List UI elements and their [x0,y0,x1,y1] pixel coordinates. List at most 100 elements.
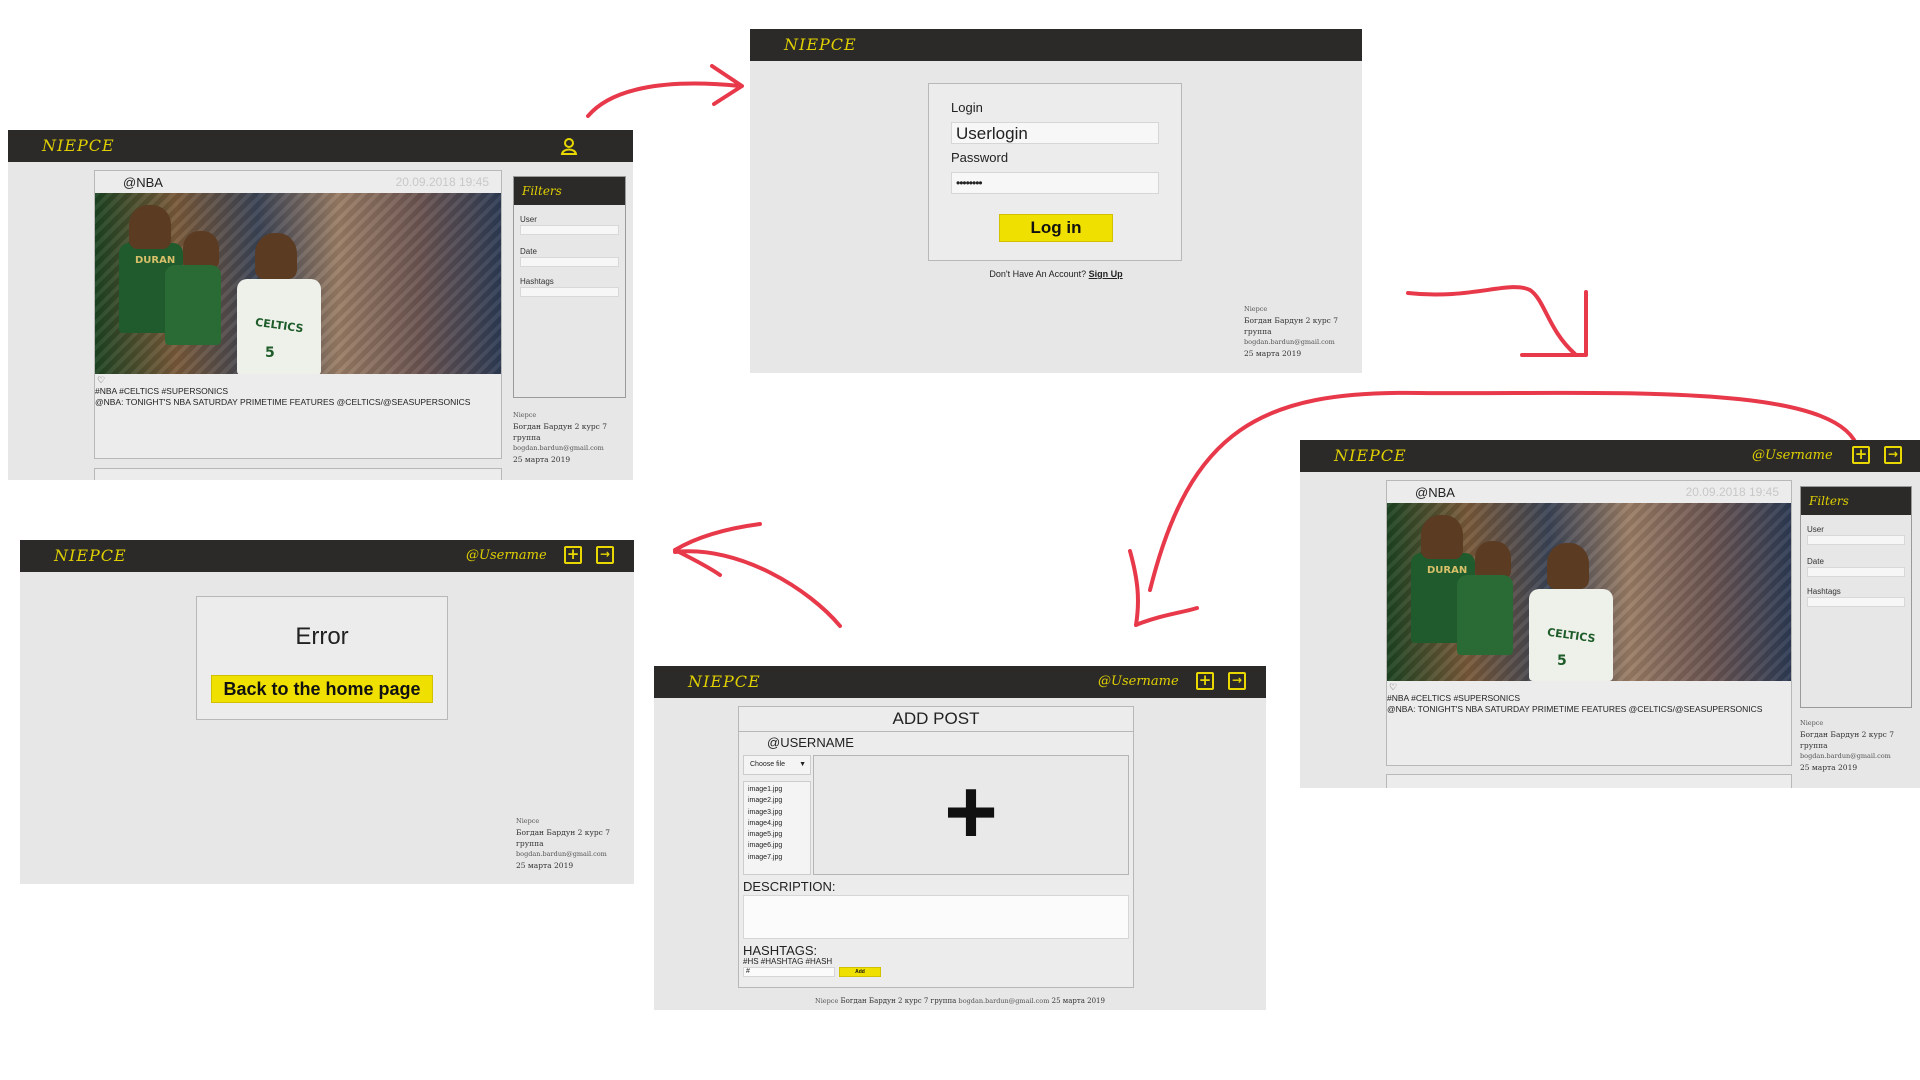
username-link[interactable]: @Username [466,548,547,563]
arrow-home-to-login [586,81,742,118]
footer: Niepce Богдан Бардун 2 курс 7 группа bog… [1244,304,1338,359]
signup-link[interactable]: Sign Up [1089,269,1123,279]
footer-name: Niepce [1244,305,1268,313]
chevron-down-icon: ▼ [799,761,806,768]
post-username[interactable]: @NBA [1415,485,1455,500]
login-label: Login [951,100,983,115]
footer-author: Богдан Бардун 2 курс 7 группа [840,997,957,1005]
username-link[interactable]: @Username [1098,674,1179,689]
username-link[interactable]: @Username [1752,448,1833,463]
image-drop-area[interactable]: + [813,755,1129,875]
file-select[interactable]: Choose file ▼ [743,755,811,775]
logo[interactable]: NIEPCE [54,546,127,565]
feed-screen: NIEPCE @Username + → @NBA 20.09.2018 19:… [1300,440,1920,788]
jersey-number: 5 [265,345,275,361]
user-icon[interactable] [560,137,578,155]
file-item[interactable]: image7.jpg [748,852,810,863]
arrow-addpost-to-error [673,549,842,628]
add-post-icon[interactable]: + [564,546,582,564]
add-post-screen: NIEPCE @Username + → ADD POST @USERNAME … [654,666,1266,1010]
file-list: image1.jpg image2.jpg image3.jpg image4.… [743,781,811,875]
add-post-card: ADD POST @USERNAME Choose file ▼ image1.… [738,706,1134,988]
footer-date: 25 марта 2019 [513,455,571,464]
filters-panel: Filters User Date Hashtags [513,176,626,398]
login-button[interactable]: Log in [999,214,1113,242]
post-card: @NBA 20.09.2018 19:45 DURAN CELTICS 5 ♡ … [94,170,502,459]
hashtags-value: #HS #HASHTAG #HASH [743,957,833,966]
hashtag-input[interactable]: # [743,967,835,977]
jersey-number: 5 [1557,653,1567,669]
add-post-icon[interactable]: + [1196,672,1214,690]
heart-icon[interactable]: ♡ [97,375,105,386]
heart-icon[interactable]: ♡ [1389,682,1397,693]
footer-group: группа [513,433,541,442]
logo[interactable]: NIEPCE [1334,446,1407,465]
error-card: Error Back to the home page [196,596,448,720]
logo[interactable]: NIEPCE [688,672,761,691]
logout-icon[interactable]: → [1228,672,1246,690]
footer-author: Богдан Бардун 2 курс 7 [1800,730,1895,739]
footer-name: Niepce [815,997,839,1005]
plus-icon: + [944,761,998,863]
filters-title: Filters [1809,494,1849,508]
logo[interactable]: NIEPCE [42,136,115,155]
post-date: 20.09.2018 19:45 [395,175,489,189]
add-post-icon[interactable]: + [1852,446,1870,464]
footer-email: bogdan.bardun@gmail.com [516,850,607,858]
filter-hashtags-input[interactable] [520,287,619,297]
password-label: Password [951,150,1009,165]
file-item[interactable]: image3.jpg [748,807,810,818]
back-home-button[interactable]: Back to the home page [211,675,433,703]
footer-email: bogdan.bardun@gmail.com [958,997,1050,1005]
footer-name: Niepce [1800,719,1824,727]
filter-date-label: Date [1807,557,1824,566]
post-card: @NBA 20.09.2018 19:45 DURAN CELTICS 5 ♡ … [1386,480,1792,766]
file-select-label: Choose file [750,761,786,768]
filter-date-input[interactable] [520,257,619,267]
post-caption: @NBA: TONIGHT'S NBA SATURDAY PRIMETIME F… [95,397,471,407]
password-input[interactable]: •••••••• [951,172,1159,194]
description-input[interactable] [743,895,1129,939]
jersey-left-text: DURAN [135,255,176,266]
filter-user-label: User [520,215,537,224]
filter-date-input[interactable] [1807,567,1905,577]
footer-email: bogdan.bardun@gmail.com [1800,752,1891,760]
add-hashtag-button[interactable]: Add [839,967,881,977]
filter-user-input[interactable] [1807,535,1905,545]
logout-icon[interactable]: → [1884,446,1902,464]
file-item[interactable]: image4.jpg [748,818,810,829]
add-post-username: @USERNAME [767,735,854,750]
error-title: Error [295,623,349,650]
file-item[interactable]: image6.jpg [748,840,810,851]
arrow-addpost-to-error-head [673,522,762,577]
login-topbar: NIEPCE [750,29,1362,61]
no-account-text: Don't Have An Account? [989,269,1087,279]
logout-icon[interactable]: → [596,546,614,564]
file-item[interactable]: image2.jpg [748,795,810,806]
description-label: DESCRIPTION: [743,879,836,894]
arrow-login-to-feed-head [1520,290,1588,357]
logo[interactable]: NIEPCE [784,35,857,54]
add-post-topbar: NIEPCE @Username + → [654,666,1266,698]
arrow-login-to-feed [1406,285,1577,356]
filters-panel: Filters User Date Hashtags [1800,486,1912,708]
filter-hashtags-input[interactable] [1807,597,1905,607]
footer-author: Богдан Бардун 2 курс 7 [1244,316,1339,325]
file-item[interactable]: image1.jpg [748,784,810,795]
login-input[interactable]: Userlogin [951,122,1159,144]
file-item[interactable]: image5.jpg [748,829,810,840]
footer-date: 25 марта 2019 [1800,763,1858,772]
add-post-title: ADD POST [739,709,1133,732]
login-screen: NIEPCE Login Userlogin Password ••••••••… [750,29,1362,373]
hashtags-label: HASHTAGS: [743,943,818,958]
filter-user-label: User [1807,525,1824,534]
post-username[interactable]: @NBA [123,175,163,190]
jersey-left-text: DURAN [1427,565,1468,576]
login-card: Login Userlogin Password •••••••• Log in [928,83,1182,261]
filter-hashtags-label: Hashtags [1807,587,1841,596]
home-topbar: NIEPCE [8,130,633,162]
footer-author: Богдан Бардун 2 курс 7 [513,422,608,431]
filter-user-input[interactable] [520,225,619,235]
arrow-feed-to-addpost-head [1128,549,1199,627]
home-screen: NIEPCE @NBA 20.09.2018 19:45 DURAN CELTI… [8,130,633,480]
